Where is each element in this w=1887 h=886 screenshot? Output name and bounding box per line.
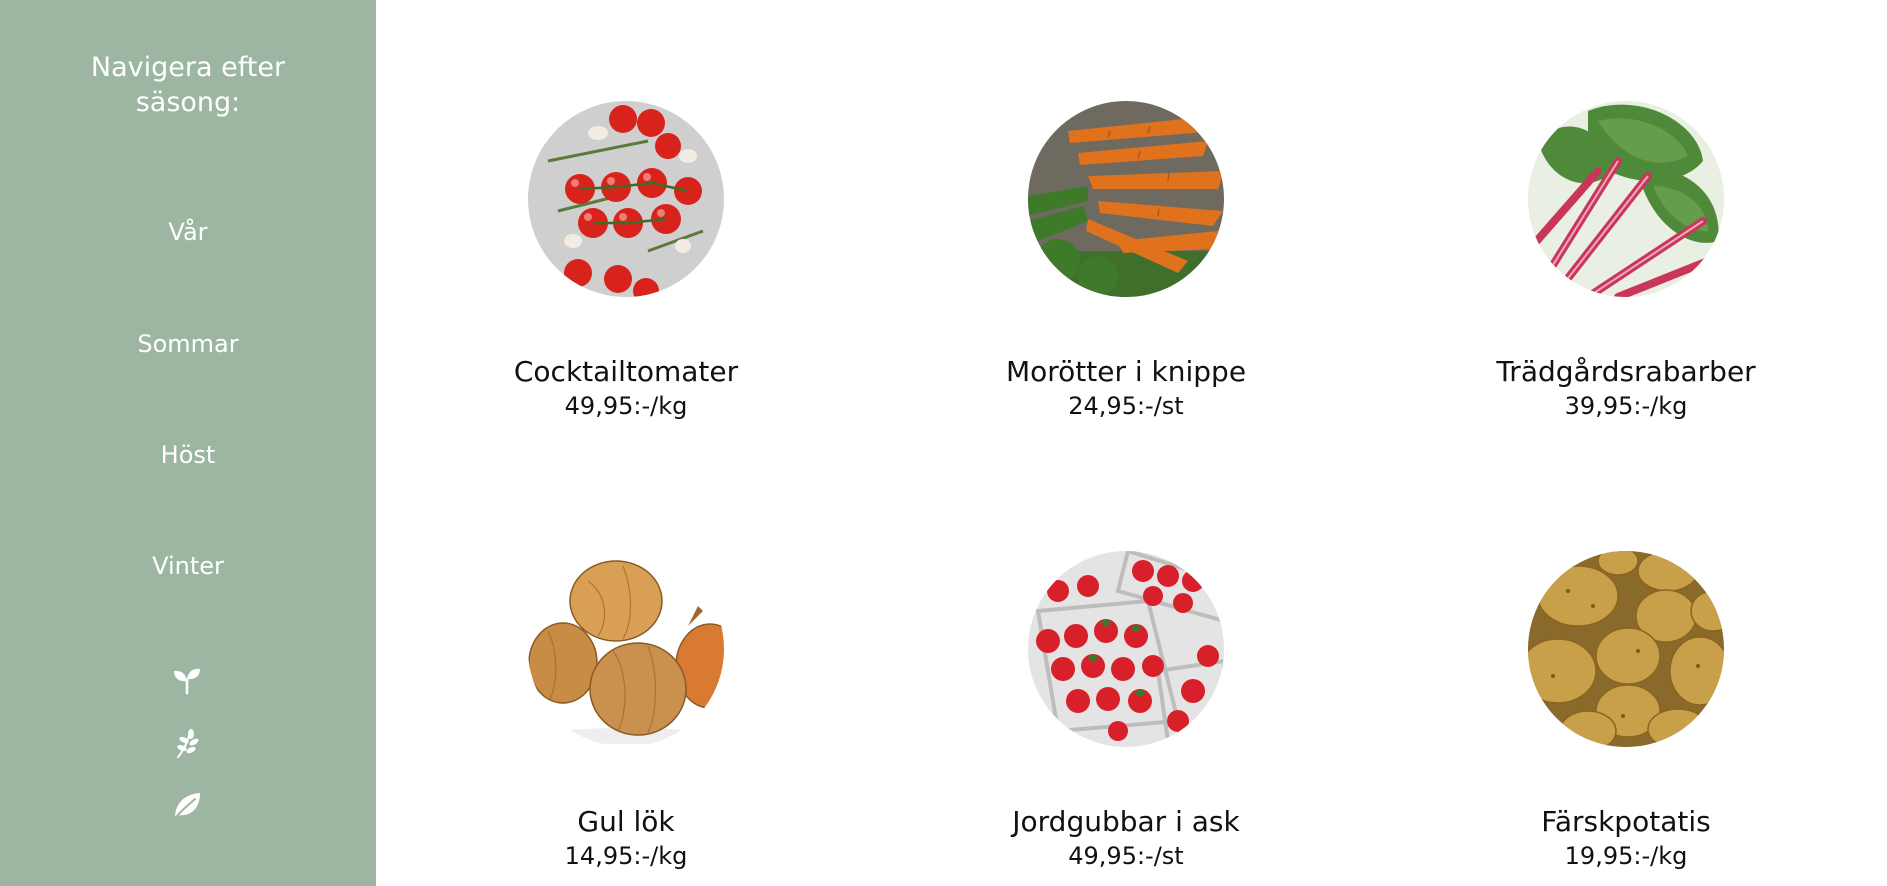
product-price: 19,95:-/kg [1564,842,1688,870]
product-name[interactable]: Morötter i knippe [876,355,1376,389]
leaf-icon[interactable] [170,788,204,822]
product-name[interactable]: Trädgårdsrabarber [1376,355,1876,389]
season-link-winter[interactable]: Vinter [0,552,376,580]
product-price: 24,95:-/st [1068,392,1184,420]
season-link-spring[interactable]: Vår [0,218,376,246]
new-potatoes-photo[interactable] [1528,551,1724,747]
season-sidebar: Navigera efter säsong: Vår Sommar Höst V… [0,0,376,886]
rhubarb-photo[interactable] [1528,101,1724,297]
season-link-autumn[interactable]: Höst [0,441,376,469]
product-name[interactable]: Jordgubbar i ask [876,805,1376,839]
sidebar-title: Navigera efter säsong: [90,52,286,118]
product-price: 49,95:-/kg [564,392,688,420]
sprout-icon[interactable] [170,663,204,697]
product-price: 49,95:-/st [1068,842,1184,870]
product-name[interactable]: Gul lök [376,805,876,839]
product-price: 14,95:-/kg [564,842,688,870]
product-name[interactable]: Cocktailtomater [376,355,876,389]
strawberries-photo[interactable] [1028,551,1224,747]
yellow-onions-photo[interactable] [528,551,724,747]
product-name[interactable]: Färskpotatis [1376,805,1876,839]
cherry-tomatoes-photo[interactable] [528,101,724,297]
leafy-sprig-icon[interactable] [170,726,204,760]
season-link-summer[interactable]: Sommar [0,330,376,358]
product-price: 39,95:-/kg [1564,392,1688,420]
carrots-photo[interactable] [1028,101,1224,297]
